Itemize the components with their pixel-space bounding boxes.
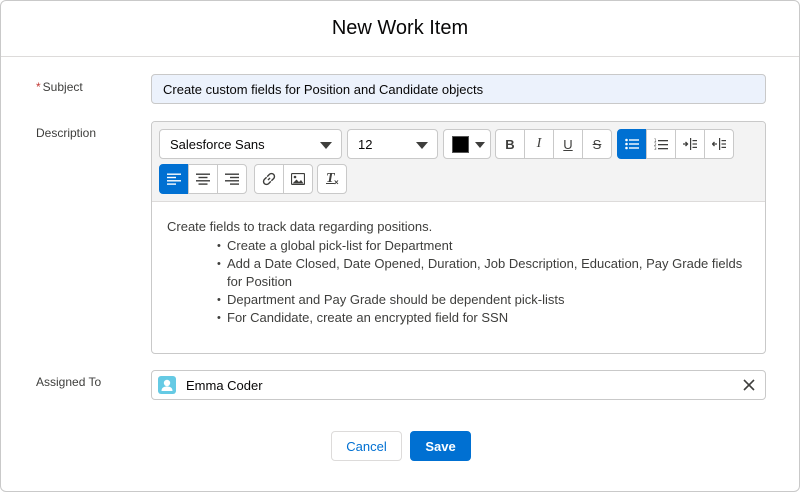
align-right-icon <box>225 173 239 185</box>
outdent-icon <box>712 138 726 150</box>
text-style-group: B I U S <box>495 129 612 159</box>
assigned-to-lookup[interactable]: Emma Coder <box>151 370 766 400</box>
align-left-icon <box>167 173 181 185</box>
save-button[interactable]: Save <box>410 431 471 461</box>
link-icon <box>262 172 276 186</box>
subject-input[interactable]: Create custom fields for Position and Ca… <box>151 74 766 104</box>
font-size-value: 12 <box>358 136 373 152</box>
list-item: For Candidate, create an encrypted field… <box>217 309 752 327</box>
color-swatch <box>452 136 469 153</box>
font-family-select[interactable]: Salesforce Sans <box>159 129 342 159</box>
required-marker: * <box>36 80 41 94</box>
bold-icon: B <box>505 136 515 152</box>
insert-group <box>254 164 313 194</box>
align-right-button[interactable] <box>217 164 247 194</box>
description-rich-text-editor: Salesforce Sans 12 B I U S 1 2 3 T × Cre… <box>151 121 766 354</box>
modal-title: New Work Item <box>331 17 469 39</box>
editor-toolbar: Salesforce Sans 12 B I U S 1 2 3 T × <box>152 122 765 202</box>
numbered-list-button[interactable]: 123 <box>646 129 676 159</box>
description-intro: Create fields to track data regarding po… <box>167 219 433 234</box>
subject-label-text: Subject <box>42 80 83 94</box>
alignment-group <box>159 164 247 194</box>
numbered-list-icon: 123 <box>654 138 668 151</box>
clear-format-group: T × <box>317 164 347 194</box>
insert-image-button[interactable] <box>283 164 313 194</box>
assigned-to-label: Assigned To <box>36 375 102 389</box>
bulleted-list-button[interactable] <box>617 129 647 159</box>
chevron-down-icon <box>320 142 332 149</box>
insert-link-button[interactable] <box>254 164 284 194</box>
remove-formatting-icon: T × <box>326 171 339 187</box>
cancel-button[interactable]: Cancel <box>331 431 402 461</box>
strikethrough-button[interactable]: S <box>582 129 612 159</box>
list-format-group: 123 <box>617 129 734 159</box>
list-item: Department and Pay Grade should be depen… <box>217 291 752 309</box>
list-item: Create a global pick-list for Department <box>217 237 752 255</box>
font-size-select[interactable]: 12 <box>347 129 438 159</box>
underline-button[interactable]: U <box>553 129 583 159</box>
underline-icon: U <box>563 136 573 152</box>
bulleted-list-icon <box>625 138 639 150</box>
svg-text:3: 3 <box>654 146 657 151</box>
indent-button[interactable] <box>675 129 705 159</box>
text-color-picker[interactable] <box>443 129 491 159</box>
user-avatar-icon <box>158 376 176 394</box>
font-family-value: Salesforce Sans <box>170 136 265 152</box>
align-center-icon <box>196 173 210 185</box>
chevron-down-icon <box>416 142 428 149</box>
new-work-item-modal: New Work Item * Subject Create custom fie… <box>0 0 800 492</box>
subject-label: * Subject <box>36 80 83 94</box>
indent-icon <box>683 138 697 150</box>
description-label: Description <box>36 126 97 140</box>
close-icon[interactable] <box>741 377 757 393</box>
modal-header: New Work Item <box>1 1 799 57</box>
outdent-button[interactable] <box>704 129 734 159</box>
align-left-button[interactable] <box>159 164 189 194</box>
align-center-button[interactable] <box>188 164 218 194</box>
subject-value: Create custom fields for Position and Ca… <box>163 81 484 97</box>
bold-button[interactable]: B <box>495 129 525 159</box>
italic-icon: I <box>536 136 542 151</box>
description-bullet-list: Create a global pick-list for Department… <box>167 237 752 327</box>
editor-content-area[interactable]: Create fields to track data regarding po… <box>167 218 752 327</box>
assigned-user-name: Emma Coder <box>186 378 263 393</box>
chevron-down-icon <box>475 142 485 148</box>
italic-button[interactable]: I <box>524 129 554 159</box>
remove-formatting-button[interactable]: T × <box>317 164 347 194</box>
image-icon <box>291 173 305 185</box>
list-item: Add a Date Closed, Date Opened, Duration… <box>217 255 752 291</box>
strikethrough-icon: S <box>592 136 602 152</box>
